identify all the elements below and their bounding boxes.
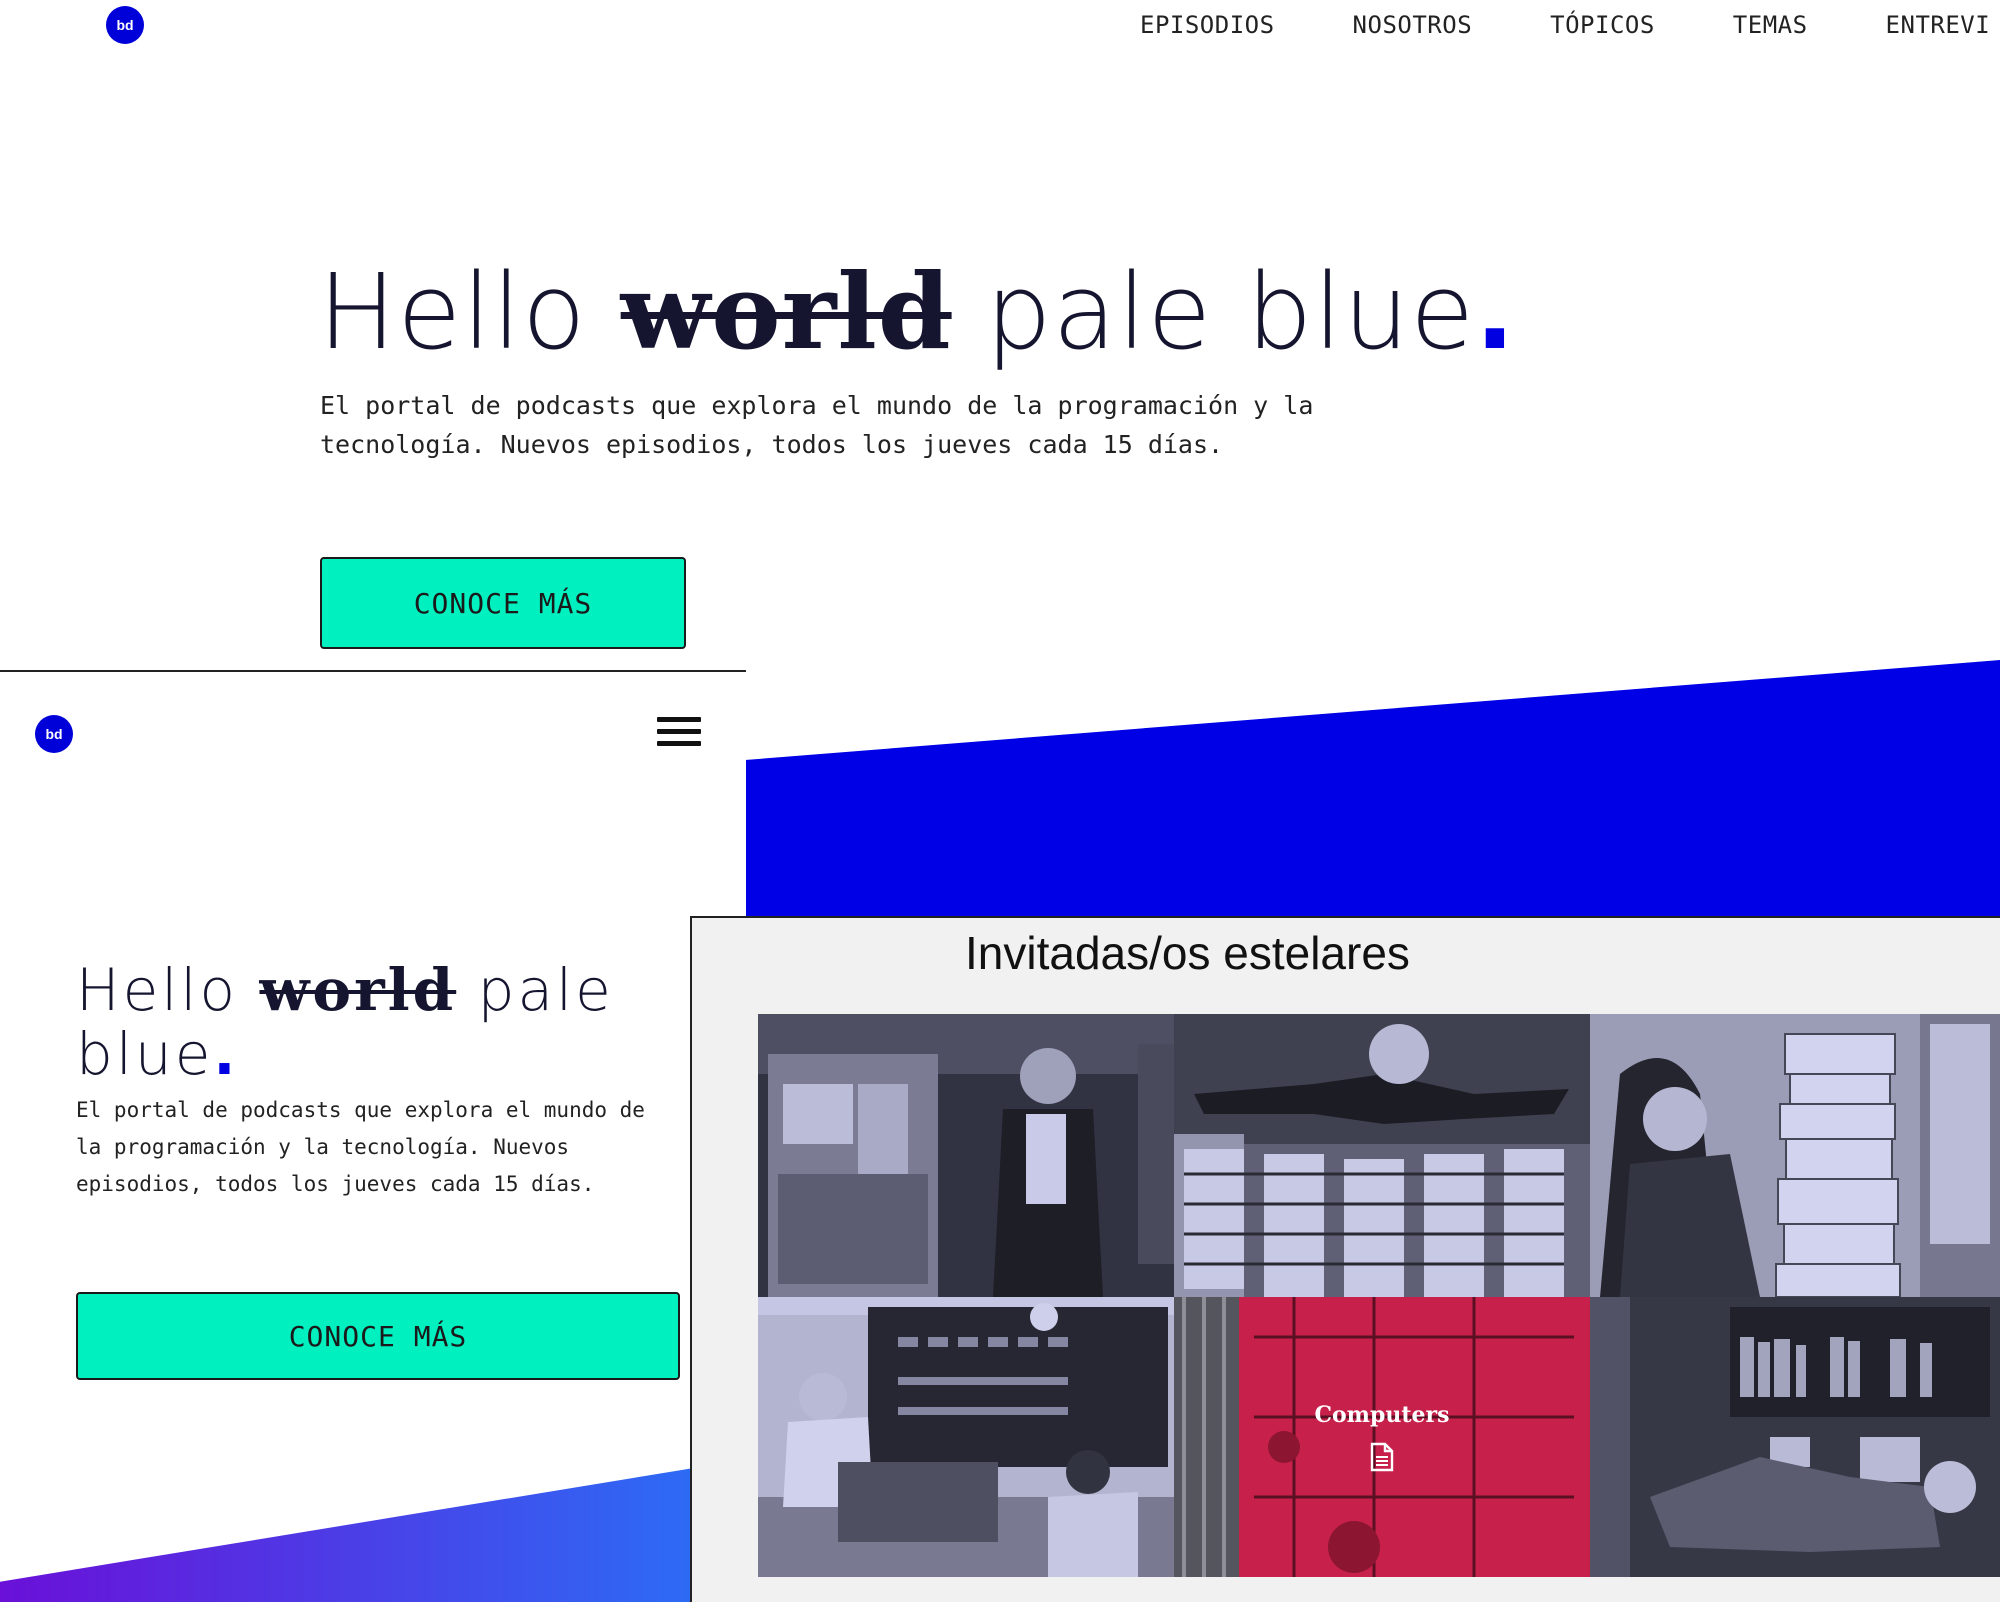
gradient-wedge <box>0 1467 700 1602</box>
guest-tile-5[interactable]: Computers <box>1174 1297 1590 1577</box>
hero-title: Hello world pale blue. <box>318 250 1516 373</box>
main-nav: EPISODIOS NOSOTROS TÓPICOS TEMAS ENTREVI <box>1140 8 2000 42</box>
document-icon <box>1370 1442 1394 1472</box>
guest-tile-3[interactable] <box>1590 1014 2000 1297</box>
hero-title-dot: . <box>1475 251 1516 373</box>
guest-tile-1[interactable] <box>758 1014 1174 1297</box>
guest-tile-6[interactable] <box>1590 1297 2000 1577</box>
hero-title-end: pale blue <box>951 251 1476 373</box>
nav-item-entrevistas[interactable]: ENTREVI <box>1886 8 1991 42</box>
mobile-conoce-mas-label: CONOCE MÁS <box>288 1319 468 1353</box>
guest-tile-4[interactable] <box>758 1297 1174 1577</box>
nav-item-nosotros[interactable]: NOSOTROS <box>1353 8 1473 42</box>
mobile-logo-text: bd <box>45 726 63 742</box>
mobile-hero-description: El portal de podcasts que explora el mun… <box>76 1098 645 1196</box>
nav-item-topicos[interactable]: TÓPICOS <box>1550 8 1655 42</box>
mobile-hero-title: Hello world pale blue. <box>76 958 614 1086</box>
mobile-title-end: blue <box>76 1020 214 1088</box>
hero-title-strike: world <box>620 250 952 373</box>
guest-photo-5 <box>1174 1297 1590 1577</box>
guests-section: Invitadas/os estelares Computers <box>690 916 2000 1602</box>
logo[interactable]: bd <box>106 6 144 44</box>
mobile-title-strike: world <box>259 956 457 1024</box>
highlight-caption: Computers <box>1314 1402 1450 1428</box>
mobile-logo[interactable]: bd <box>35 715 73 753</box>
mobile-conoce-mas-button[interactable]: CONOCE MÁS <box>76 1292 680 1380</box>
mobile-title-start: Hello <box>76 956 260 1024</box>
hero-title-start: Hello <box>318 251 621 373</box>
blue-band <box>745 660 2000 920</box>
mobile-preview: bd Hello world pale blue. El portal de po… <box>0 670 746 1602</box>
nav-item-temas[interactable]: TEMAS <box>1733 8 1808 42</box>
conoce-mas-button[interactable]: CONOCE MÁS <box>320 557 686 649</box>
nav-item-episodios[interactable]: EPISODIOS <box>1140 8 1275 42</box>
logo-text: bd <box>116 17 134 33</box>
hero-description: El portal de podcasts que explora el mun… <box>320 391 1314 459</box>
mobile-title-dot: . <box>213 1020 239 1088</box>
hamburger-menu-icon[interactable] <box>657 717 701 751</box>
guest-tile-2[interactable] <box>1174 1014 1590 1297</box>
conoce-mas-label: CONOCE MÁS <box>413 586 593 620</box>
mobile-title-mid: pale <box>456 956 614 1024</box>
guests-title: Invitadas/os estelares <box>965 927 1410 979</box>
